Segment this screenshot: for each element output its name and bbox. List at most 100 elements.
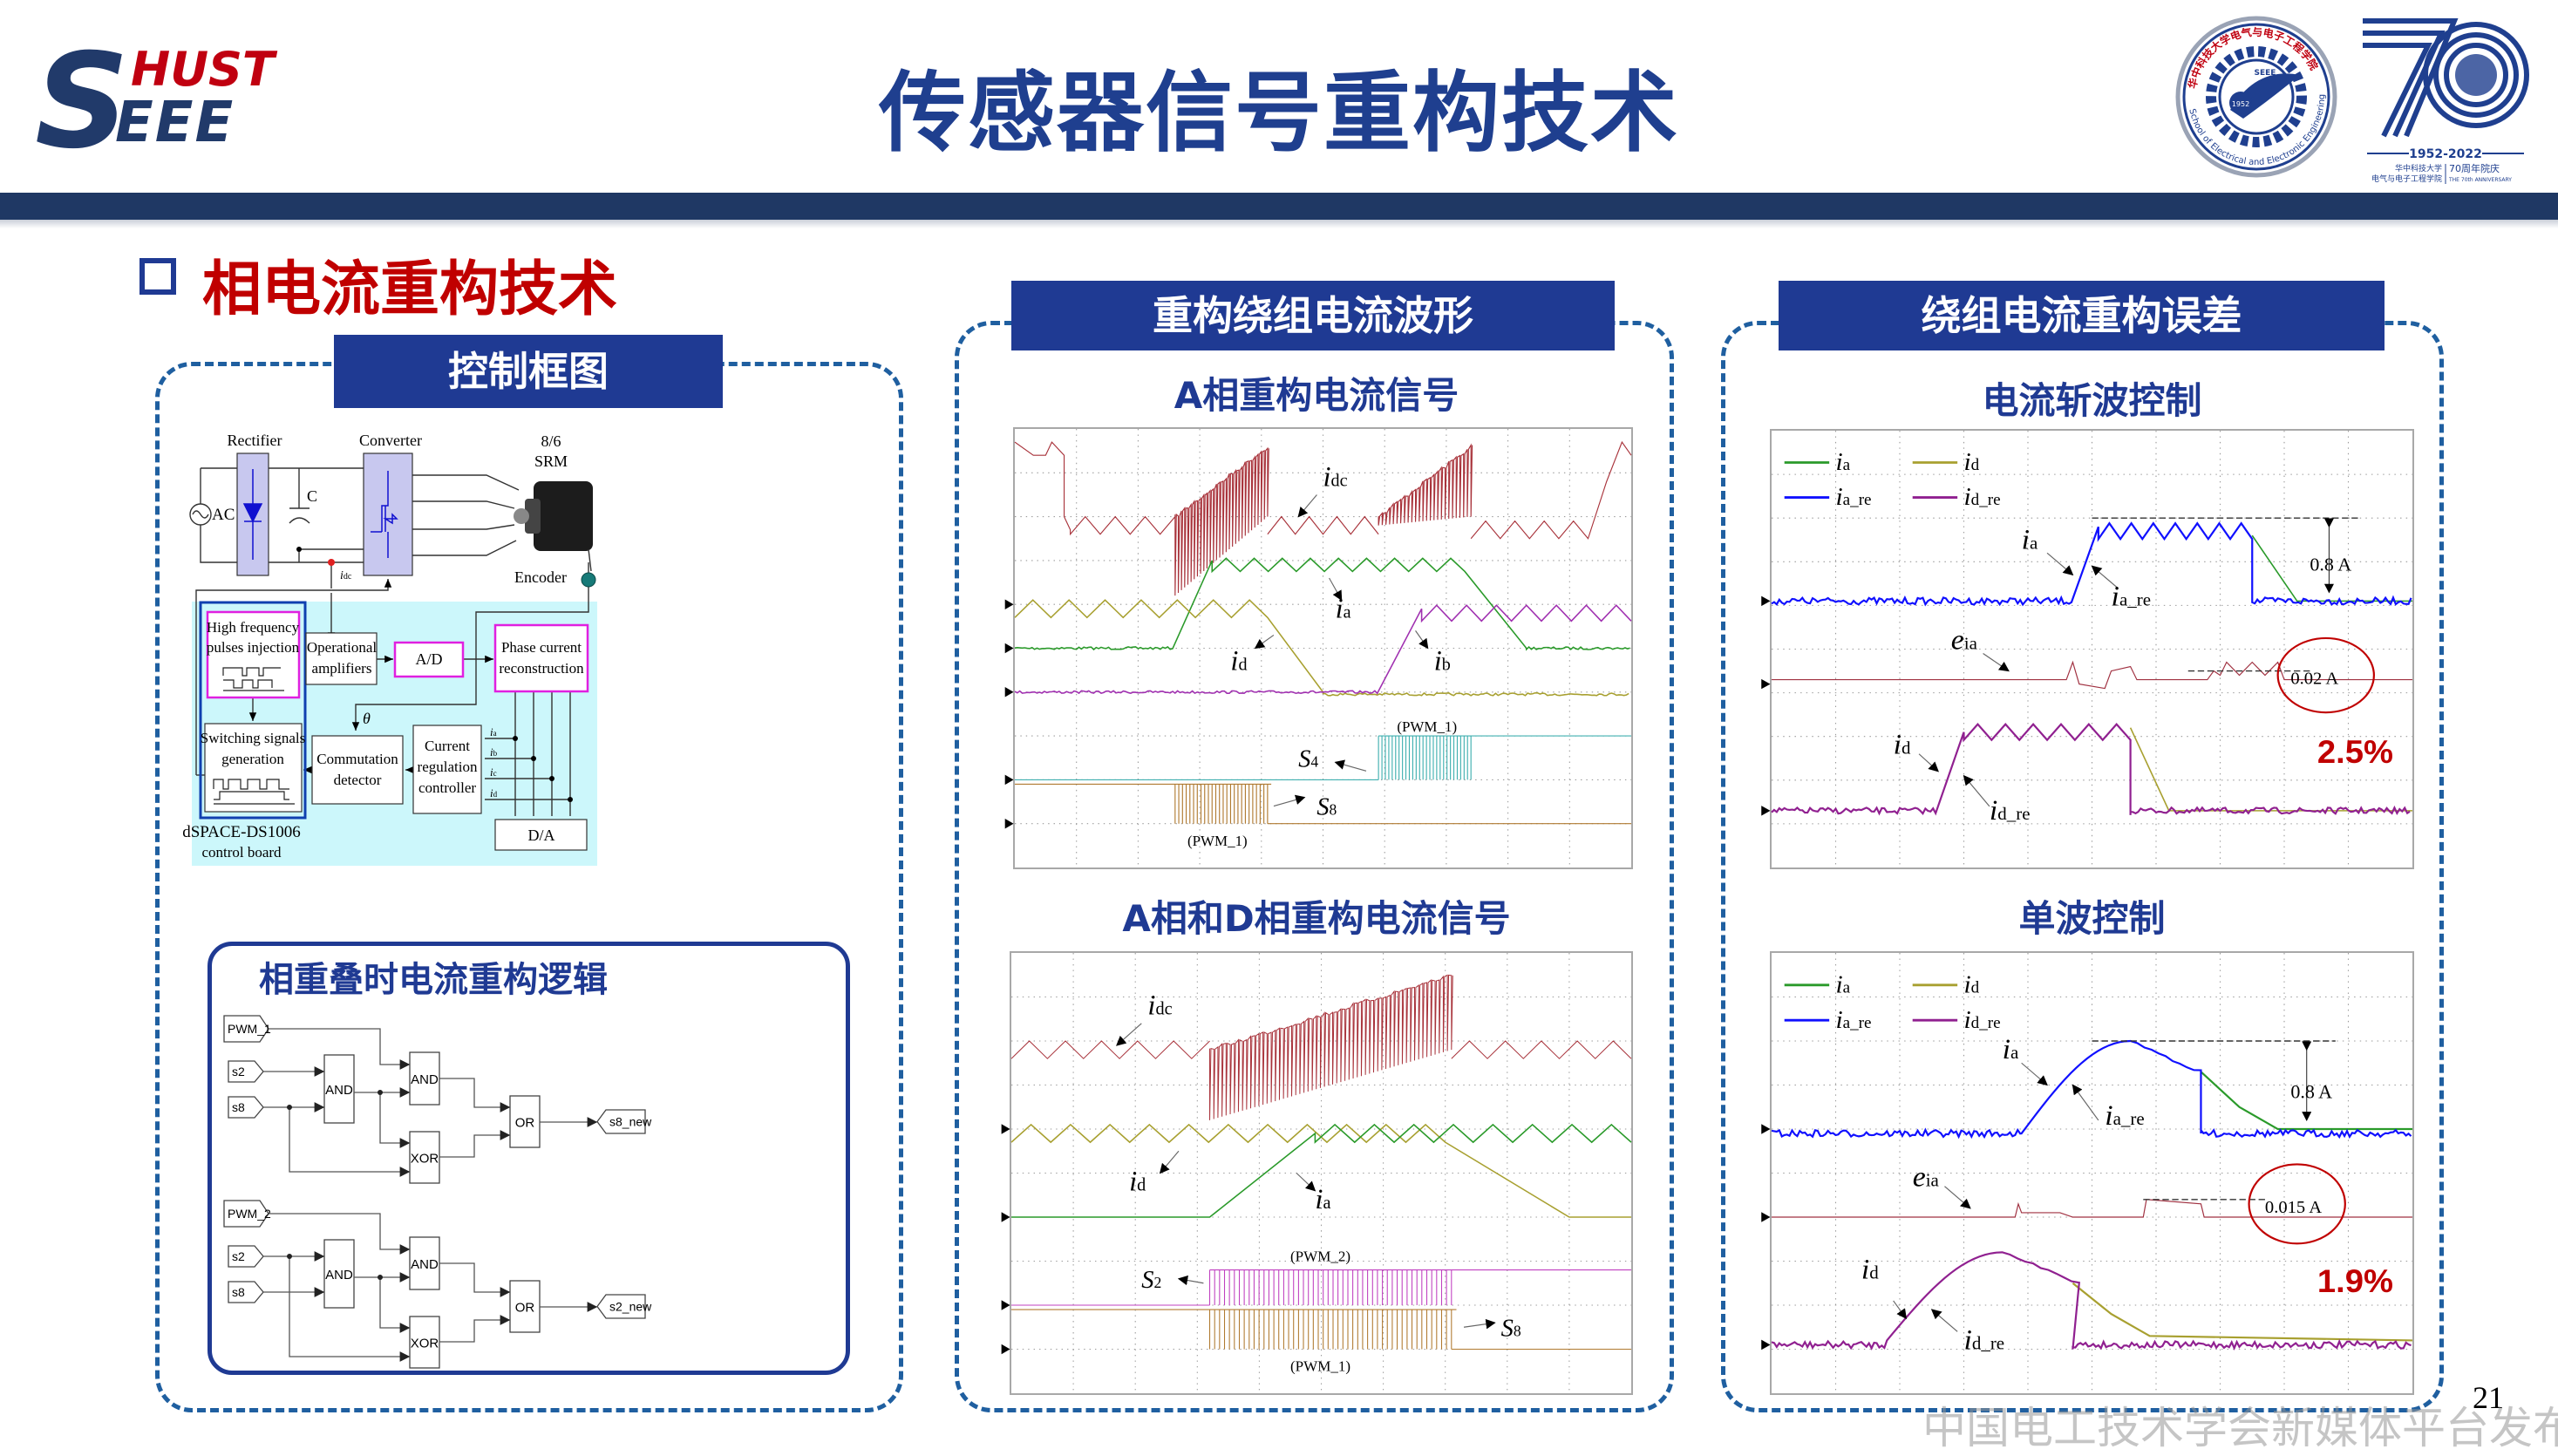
converter-label: Converter (359, 432, 422, 449)
trace-label: ia (2022, 524, 2038, 556)
annotation-arrow (1177, 1275, 1204, 1286)
and-gate-1-label: AND (325, 1268, 353, 1283)
trace-label: id (1894, 729, 1912, 761)
section-bullet-square-icon (139, 258, 176, 295)
s8-input-tag-label: s8 (232, 1100, 245, 1114)
school-seal-logo: 1952 SEEE 华中科技大学电气与电子工程学院 School of Elec… (2175, 16, 2337, 178)
switching-label-2: generation (221, 751, 284, 767)
legend-label: ia_re (1836, 484, 1872, 512)
trace-idc (1010, 974, 1632, 1120)
seal-year: 1952 (2232, 100, 2249, 108)
annotation-arrow (1273, 794, 1306, 807)
annotation-arrow (1415, 630, 1429, 650)
annotation-arrow (1463, 1318, 1496, 1330)
srm-label-1: 8/6 (541, 432, 561, 450)
annotation-arrow (2021, 1062, 2048, 1086)
seal-mark: SEEE (2255, 69, 2276, 78)
annotation-arrow (1918, 753, 1939, 772)
trace-label: S2 (1141, 1266, 1161, 1294)
annotation-arrow (1254, 634, 1275, 650)
legend-label: ia (1836, 448, 1851, 476)
control-block-diagram: AC Rectifier C Converter 8/6 SRM Encoder… (182, 432, 597, 866)
waveform-a-d-phase: idc id ia S2 S8 (PWM_2) (PWM_1) (1001, 951, 1633, 1395)
s2-input-tag-label: s2 (232, 1249, 245, 1263)
legend-label: ia_re (1836, 1006, 1872, 1034)
scope2-plot: idc id ia S2 S8 (PWM_2) (PWM_1) (1001, 953, 1632, 1393)
or-gate-label: OR (515, 1116, 535, 1131)
trace-label: ia (2003, 1033, 2019, 1065)
trace-label: eia (1913, 1161, 1939, 1194)
annotation-arrow (1116, 1023, 1142, 1046)
trace-label: eia (1951, 624, 1977, 657)
trace-id-re (1771, 723, 2411, 816)
and-gate-2-label: AND (411, 1257, 439, 1272)
annotation-arrow (1159, 1150, 1180, 1174)
watermark: 中国电工技术学会新媒体平台发布 (1922, 1403, 2558, 1453)
scope4-plot: ia idia_re id_reiaia_reeiaidid_re0.8 A0.01… (1761, 953, 2413, 1393)
annotation-arrow (2046, 552, 2074, 576)
xor-gate-label: XOR (411, 1152, 439, 1167)
header-shadow (0, 220, 2558, 228)
theta-label: θ (363, 710, 371, 727)
trace-label: ia_re (2105, 1099, 2144, 1132)
trace-label: id_re (1964, 1324, 2005, 1357)
opamp-label-2: amplifiers (312, 660, 372, 677)
trace-label: ib (1434, 645, 1451, 677)
anniversary-70-logo: 70 1952-2022 华中科技大学 电气与电子工程学院 70周年院庆 THE… (2363, 18, 2529, 184)
crc-label-1: Current (425, 738, 470, 754)
right-bottom-subtitle: 单波控制 (2018, 897, 2166, 940)
legend-label: id (1964, 448, 1980, 476)
crc-label-2: regulation (418, 759, 478, 775)
trace-label: id (1861, 1254, 1880, 1286)
annotation-arrow (1334, 759, 1367, 772)
legend-label: id_re (1964, 484, 2001, 512)
and-gate-1-label: AND (325, 1083, 353, 1098)
or-gate-label: OR (515, 1301, 535, 1316)
trace-label: id (1230, 645, 1247, 677)
annotation-text: 0.015 A (2265, 1198, 2322, 1217)
trace-label: S8 (1501, 1314, 1521, 1342)
middle-panel-label: 重构绕组电流波形 (1011, 281, 1615, 350)
scope1-plot: idc ia id ib S4 S8 (PWM_1) (PWM_1) (1004, 429, 1632, 867)
hf-label-2: pulses injection (207, 639, 300, 656)
right-panel-label: 绕组电流重构误差 (1779, 281, 2385, 350)
ad-label: A/D (416, 650, 443, 668)
rectifier-label: Rectifier (228, 432, 282, 449)
da-label: D/A (528, 827, 555, 844)
logic-title: 相重叠时电流重构逻辑 (259, 960, 608, 1000)
annotation-arrow (1930, 1309, 1958, 1332)
trace-label: ia_re (2112, 581, 2151, 613)
middle-top-subtitle: A相重构电流信号 (1174, 374, 1459, 417)
anniv-school-1: 华中科技大学 (2395, 163, 2442, 173)
left-panel-label: 控制框图 (334, 335, 723, 408)
idc-label: idc (340, 569, 352, 582)
trace-label: id_re (1990, 794, 2031, 827)
scope3-plot: ia idia_re id_reiaia_reeiaidid_re0.8 A0.02… (1761, 431, 2412, 867)
anniv-cn: 70周年院庆 (2449, 162, 2500, 174)
error-percentage: 2.5% (2317, 733, 2393, 769)
pwm-input-tag-label: PWM_1 (228, 1022, 271, 1036)
annotation-text: 0.02 A (2290, 670, 2338, 689)
switching-label-1: Switching signals (201, 730, 305, 746)
trace-label: S4 (1298, 745, 1318, 772)
comm-label-1: Commutation (316, 751, 398, 767)
srm-label-2: SRM (534, 452, 568, 470)
srm-motor-icon (514, 481, 593, 572)
annotation-arrow (1983, 653, 2010, 672)
logic-group-1: PWM_1 s2 s8 AND AND XOR OR s8_new (223, 1015, 652, 1184)
pcr-label-2: reconstruction (499, 660, 584, 677)
trace-label: ia (1336, 593, 1351, 624)
annotation-text: (PWM_1) (1187, 833, 1248, 849)
overlap-reconstruction-logic-diagram: 相重叠时电流重构逻辑 PWM_1 s2 s8 AND AND XOR OR s8_new PWM… (223, 960, 652, 1369)
output-tag-label: s8_new (609, 1115, 652, 1129)
board-label-2: control board (201, 844, 282, 861)
pcr-label-1: Phase current (501, 639, 582, 656)
section-title: 相电流重构技术 (202, 255, 618, 324)
middle-bottom-subtitle: A相和D相重构电流信号 (1122, 897, 1511, 940)
annotation-text: (PWM_2) (1290, 1248, 1350, 1264)
trace-ia (1014, 557, 1630, 651)
board-label-1: dSPACE-DS1006 (182, 823, 301, 841)
anniv-years: 1952-2022 (2409, 147, 2482, 161)
pwm-input-tag-label: PWM_2 (228, 1207, 271, 1221)
error-percentage: 1.9% (2317, 1263, 2393, 1300)
